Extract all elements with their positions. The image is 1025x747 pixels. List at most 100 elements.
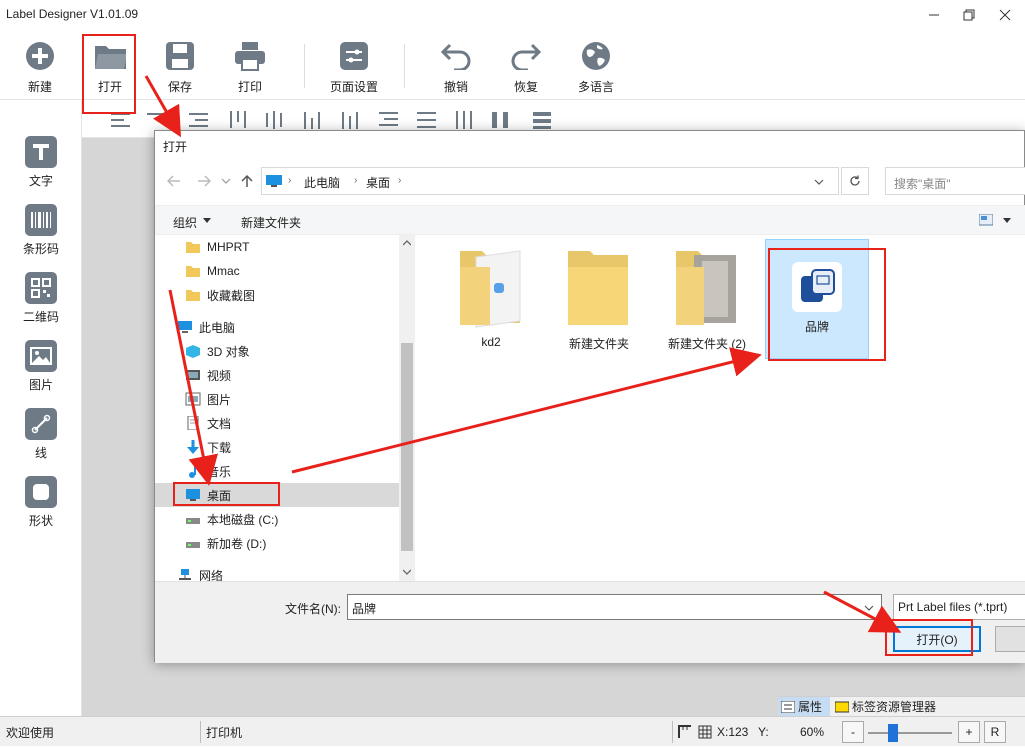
scroll-up-icon[interactable] bbox=[403, 240, 411, 246]
new-button[interactable]: 新建 bbox=[10, 36, 70, 98]
zoom-in-button[interactable]: + bbox=[958, 721, 980, 743]
zoom-in-label: + bbox=[965, 725, 973, 739]
file-item[interactable]: 新建文件夹 bbox=[547, 245, 651, 357]
space-horizontal-icon[interactable] bbox=[416, 110, 438, 130]
qrcode-tool-button[interactable]: 二维码 bbox=[10, 272, 72, 334]
align-right-icon[interactable] bbox=[188, 110, 210, 130]
close-button[interactable] bbox=[982, 0, 1025, 30]
up-arrow-icon[interactable] bbox=[241, 174, 253, 188]
nav-item-label: 图片 bbox=[207, 392, 232, 407]
nav-item[interactable]: 音乐 bbox=[155, 459, 399, 483]
zoom-reset-button[interactable]: R bbox=[984, 721, 1006, 743]
tab-properties[interactable]: 属性 bbox=[778, 697, 830, 716]
nav-item-label: 新加卷 (D:) bbox=[207, 536, 267, 551]
tab-resources[interactable]: 标签资源管理器 bbox=[832, 697, 944, 716]
nav-item[interactable]: 此电脑 bbox=[155, 315, 399, 339]
grid-icon[interactable] bbox=[698, 725, 712, 739]
refresh-button[interactable] bbox=[841, 167, 869, 195]
space-vertical-icon[interactable] bbox=[454, 110, 476, 130]
drive-icon bbox=[185, 536, 201, 550]
shape-icon bbox=[25, 476, 57, 508]
filetype-select[interactable]: Prt Label files (*.tprt) bbox=[893, 594, 1025, 620]
align-middle-icon[interactable] bbox=[264, 110, 286, 130]
pictures-icon bbox=[185, 392, 201, 406]
cube-icon bbox=[185, 344, 201, 358]
redo-button[interactable]: 恢复 bbox=[496, 36, 556, 98]
download-icon bbox=[185, 440, 201, 454]
undo-button[interactable]: 撤销 bbox=[426, 36, 486, 98]
nav-item[interactable]: 下载 bbox=[155, 435, 399, 459]
nav-item[interactable]: 本地磁盘 (C:) bbox=[155, 507, 399, 531]
address-dropdown-icon[interactable] bbox=[814, 178, 824, 186]
distribute-icon[interactable] bbox=[340, 110, 362, 130]
toolbar-divider bbox=[404, 44, 405, 88]
align-center-icon[interactable] bbox=[146, 110, 168, 130]
folder-icon bbox=[185, 288, 201, 302]
globe-icon bbox=[580, 40, 612, 72]
page-setup-button[interactable]: 页面设置 bbox=[322, 36, 386, 98]
zoom-slider-thumb[interactable] bbox=[888, 724, 899, 742]
image-tool-button[interactable]: 图片 bbox=[10, 340, 72, 402]
align-text-right-icon[interactable] bbox=[378, 110, 400, 130]
zoom-slider-track[interactable] bbox=[868, 732, 952, 734]
scroll-down-icon[interactable] bbox=[403, 569, 411, 575]
text-icon bbox=[25, 136, 57, 168]
text-tool-label: 文字 bbox=[28, 174, 53, 188]
breadcrumb-this-pc[interactable]: 此电脑 bbox=[304, 174, 340, 191]
filename-label: 文件名(N): bbox=[285, 602, 341, 616]
folder-icon bbox=[185, 264, 201, 278]
command-bar: 组织 新建文件夹 bbox=[155, 205, 1025, 235]
nav-item[interactable]: Mmac bbox=[155, 259, 399, 283]
printer-icon bbox=[234, 40, 266, 72]
text-tool-button[interactable]: 文字 bbox=[10, 136, 72, 198]
print-label: 打印 bbox=[237, 80, 262, 94]
breadcrumb-desktop[interactable]: 桌面 bbox=[366, 174, 390, 191]
address-bar[interactable]: › 此电脑 › 桌面 › bbox=[261, 167, 839, 195]
nav-item[interactable]: MHPRT bbox=[155, 235, 399, 259]
nav-scrollbar[interactable] bbox=[399, 235, 415, 581]
same-height-icon[interactable] bbox=[532, 110, 554, 130]
file-item[interactable]: kd2 bbox=[439, 245, 543, 357]
undo-icon bbox=[440, 40, 472, 72]
cancel-button[interactable] bbox=[995, 626, 1025, 652]
close-icon bbox=[999, 9, 1011, 21]
same-width-icon[interactable] bbox=[490, 110, 512, 130]
align-top-icon[interactable] bbox=[228, 110, 250, 130]
file-label: 新建文件夹 bbox=[568, 337, 629, 351]
filename-dropdown-icon[interactable] bbox=[864, 604, 874, 612]
view-options-icon[interactable] bbox=[979, 214, 993, 226]
save-icon bbox=[164, 40, 196, 72]
tab-resources-label: 标签资源管理器 bbox=[852, 700, 937, 714]
navigation-pane: MHPRT Mmac 收藏截图 此电脑 3D 对象 视频 图片 文档 下载 音乐 桌面 本地磁盘 (C… bbox=[155, 235, 415, 583]
forward-arrow-icon[interactable] bbox=[197, 175, 211, 187]
back-arrow-icon[interactable] bbox=[167, 175, 181, 187]
save-button[interactable]: 保存 bbox=[150, 36, 210, 98]
print-button[interactable]: 打印 bbox=[220, 36, 280, 98]
nav-item[interactable]: 图片 bbox=[155, 387, 399, 411]
align-bottom-icon[interactable] bbox=[302, 110, 324, 130]
language-label: 多语言 bbox=[577, 80, 614, 94]
filename-input[interactable]: 品牌 bbox=[347, 594, 882, 620]
nav-item[interactable]: 视频 bbox=[155, 363, 399, 387]
line-tool-label: 线 bbox=[34, 446, 47, 460]
drive-icon bbox=[185, 512, 201, 526]
ruler-icon[interactable] bbox=[678, 725, 692, 739]
line-tool-button[interactable]: 线 bbox=[10, 408, 72, 470]
barcode-tool-button[interactable]: 条形码 bbox=[10, 204, 72, 266]
nav-item[interactable]: 文档 bbox=[155, 411, 399, 435]
organize-menu[interactable]: 组织 bbox=[173, 214, 197, 231]
search-input[interactable]: 搜索"桌面" bbox=[885, 167, 1025, 195]
new-folder-button[interactable]: 新建文件夹 bbox=[241, 214, 301, 231]
nav-item[interactable]: 3D 对象 bbox=[155, 339, 399, 363]
language-button[interactable]: 多语言 bbox=[566, 36, 626, 98]
view-dropdown-icon[interactable] bbox=[1003, 218, 1011, 224]
nav-item[interactable]: 新加卷 (D:) bbox=[155, 531, 399, 555]
shape-tool-button[interactable]: 形状 bbox=[10, 476, 72, 538]
scrollbar-thumb[interactable] bbox=[401, 343, 413, 551]
zoom-out-button[interactable]: - bbox=[842, 721, 864, 743]
file-item[interactable]: 新建文件夹 (2) bbox=[655, 245, 759, 357]
main-toolbar: 新建 打开 保存 打印 页面设置 撤销 恢复 多语言 bbox=[0, 30, 1025, 100]
recent-dropdown-icon[interactable] bbox=[221, 177, 231, 185]
image-tool-label: 图片 bbox=[28, 378, 53, 392]
nav-item[interactable]: 收藏截图 bbox=[155, 283, 399, 307]
